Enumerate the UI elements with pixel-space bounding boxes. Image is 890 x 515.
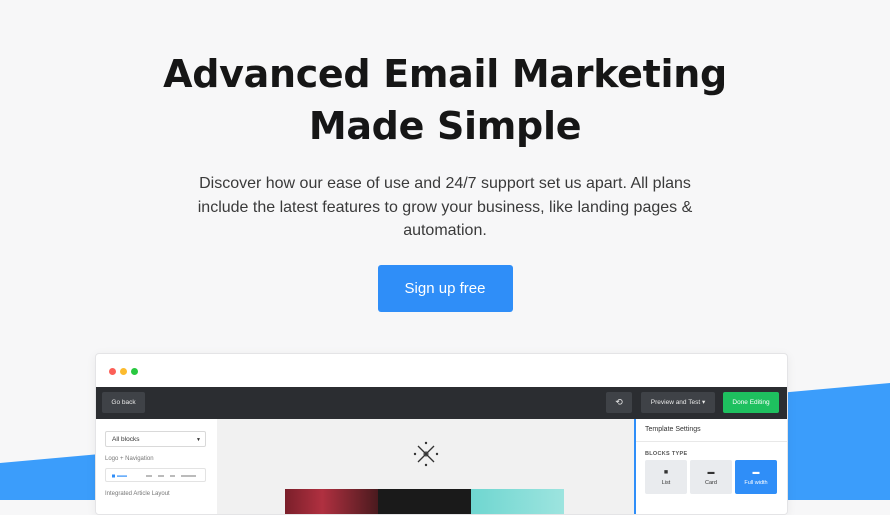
email-image-portrait [285, 489, 378, 514]
minimize-dot-icon [120, 368, 127, 375]
hero-title-line-2: Made Simple [308, 104, 582, 148]
blocks-filter-value: All blocks [112, 436, 140, 443]
maximize-dot-icon [131, 368, 138, 375]
sign-up-button[interactable]: Sign up free [377, 264, 513, 312]
navigation-thumbnail-icon [112, 474, 196, 478]
block-type-full-width-button[interactable]: ▬ Full width [735, 460, 777, 494]
list-icon: ■ [663, 469, 669, 476]
brand-logo-icon [413, 441, 439, 467]
hero-description: Discover how our ease of use and 24/7 su… [197, 175, 693, 239]
close-dot-icon [109, 368, 116, 375]
block-thumbnail-logo-navigation[interactable] [105, 468, 206, 482]
template-settings-title: Template Settings [636, 419, 787, 442]
preview-and-test-button[interactable]: Preview and Test ▾ [641, 392, 715, 413]
email-image-teal [471, 489, 564, 514]
done-editing-button[interactable]: Done Editing [723, 392, 779, 413]
block-label-integrated-article: Integrated Article Layout [105, 491, 170, 497]
chevron-down-icon: ▾ [701, 399, 706, 406]
go-back-button[interactable]: Go back [102, 392, 145, 413]
hero-title: Advanced Email Marketing Made Simple [0, 48, 890, 152]
blocks-type-label: BLOCKS TYPE [645, 451, 688, 457]
block-type-list-button[interactable]: ■ List [645, 460, 687, 494]
block-label-logo-navigation: Logo + Navigation [105, 456, 154, 462]
block-type-list-label: List [661, 480, 671, 486]
hero-section: Advanced Email Marketing Made Simple Dis… [0, 48, 890, 312]
full-width-icon: ▬ [752, 469, 760, 476]
editor-preview-window: Go back ⟲ Preview and Test ▾ Done Editin… [95, 353, 788, 515]
history-icon[interactable]: ⟲ [606, 392, 632, 413]
card-icon: ▬ [707, 469, 715, 476]
editor-toolbar: Go back ⟲ Preview and Test ▾ Done Editin… [96, 387, 787, 419]
blocks-filter-select[interactable]: All blocks ▼ [105, 431, 206, 447]
window-titlebar [96, 354, 787, 387]
hero-title-line-1: Advanced Email Marketing [163, 52, 727, 96]
chevron-down-icon: ▼ [196, 437, 201, 443]
block-type-card-button[interactable]: ▬ Card [690, 460, 732, 494]
block-type-full-width-label: Full width [744, 480, 768, 486]
preview-label: Preview and Test [650, 399, 701, 406]
email-image-dark [378, 489, 471, 514]
block-type-card-label: Card [705, 480, 717, 486]
